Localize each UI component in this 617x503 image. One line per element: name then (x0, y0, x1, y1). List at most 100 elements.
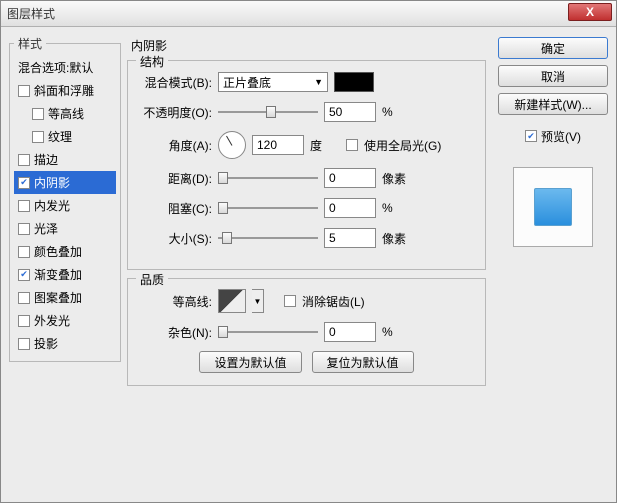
style-item[interactable]: 内阴影 (14, 171, 116, 194)
size-input[interactable]: 5 (324, 228, 376, 248)
right-panel: 确定 取消 新建样式(W)... 预览(V) (492, 35, 614, 494)
reset-default-button[interactable]: 复位为默认值 (312, 351, 414, 373)
style-item[interactable]: 纹理 (14, 125, 116, 148)
blend-mode-row: 混合模式(B): 正片叠底 ▼ (136, 71, 477, 93)
style-label: 斜面和浮雕 (34, 82, 94, 99)
style-checkbox[interactable] (18, 85, 30, 97)
style-label: 渐变叠加 (34, 266, 82, 283)
angle-unit: 度 (310, 137, 340, 154)
style-checkbox[interactable] (18, 154, 30, 166)
contour-picker[interactable] (218, 289, 246, 313)
close-button[interactable]: X (568, 3, 612, 21)
style-item[interactable]: 内发光 (14, 194, 116, 217)
style-item[interactable]: 外发光 (14, 309, 116, 332)
styles-items: 斜面和浮雕等高线纹理描边内阴影内发光光泽颜色叠加渐变叠加图案叠加外发光投影 (14, 79, 116, 355)
style-item[interactable]: 斜面和浮雕 (14, 79, 116, 102)
choke-label: 阻塞(C): (136, 200, 212, 217)
ok-button[interactable]: 确定 (498, 37, 608, 59)
style-label: 外发光 (34, 312, 70, 329)
style-checkbox[interactable] (18, 338, 30, 350)
choke-input[interactable]: 0 (324, 198, 376, 218)
noise-input[interactable]: 0 (324, 322, 376, 342)
structure-legend: 结构 (136, 53, 168, 70)
quality-legend: 品质 (136, 271, 168, 288)
quality-group: 品质 等高线: ▼ 消除锯齿(L) 杂色(N): 0 % 设置为默认值 (127, 278, 486, 386)
style-item[interactable]: 等高线 (14, 102, 116, 125)
preview-toggle-row: 预览(V) (525, 125, 581, 147)
antialias-label: 消除锯齿(L) (302, 293, 365, 310)
style-label: 图案叠加 (34, 289, 82, 306)
blend-mode-select[interactable]: 正片叠底 ▼ (218, 72, 328, 92)
style-checkbox[interactable] (18, 315, 30, 327)
size-unit: 像素 (382, 230, 412, 247)
style-checkbox[interactable] (18, 292, 30, 304)
choke-row: 阻塞(C): 0 % (136, 197, 477, 219)
cancel-button[interactable]: 取消 (498, 65, 608, 87)
style-item[interactable]: 颜色叠加 (14, 240, 116, 263)
style-checkbox[interactable] (18, 246, 30, 258)
style-label: 光泽 (34, 220, 58, 237)
styles-fieldset: 样式 混合选项:默认 斜面和浮雕等高线纹理描边内阴影内发光光泽颜色叠加渐变叠加图… (9, 35, 121, 362)
new-style-button[interactable]: 新建样式(W)... (498, 93, 608, 115)
style-item[interactable]: 渐变叠加 (14, 263, 116, 286)
size-row: 大小(S): 5 像素 (136, 227, 477, 249)
styles-list: 混合选项:默认 (14, 56, 116, 79)
preview-checkbox[interactable] (525, 130, 537, 142)
styles-panel: 样式 混合选项:默认 斜面和浮雕等高线纹理描边内阴影内发光光泽颜色叠加渐变叠加图… (9, 35, 121, 494)
effect-title: 内阴影 (127, 35, 486, 60)
style-checkbox[interactable] (18, 177, 30, 189)
opacity-label: 不透明度(O): (136, 104, 212, 121)
size-slider[interactable] (218, 230, 318, 246)
angle-row: 角度(A): 120 度 使用全局光(G) (136, 131, 477, 159)
style-checkbox[interactable] (18, 223, 30, 235)
opacity-slider[interactable] (218, 104, 318, 120)
distance-input[interactable]: 0 (324, 168, 376, 188)
effect-panel: 内阴影 结构 混合模式(B): 正片叠底 ▼ 不透明度(O): 50 % (127, 35, 486, 494)
opacity-input[interactable]: 50 (324, 102, 376, 122)
window-title: 图层样式 (7, 5, 55, 22)
style-label: 内发光 (34, 197, 70, 214)
contour-dropdown[interactable]: ▼ (252, 289, 264, 313)
noise-row: 杂色(N): 0 % (136, 321, 477, 343)
preview-swatch (534, 188, 572, 226)
style-item[interactable]: 描边 (14, 148, 116, 171)
style-checkbox[interactable] (18, 269, 30, 281)
style-checkbox[interactable] (18, 200, 30, 212)
angle-label: 角度(A): (136, 137, 212, 154)
angle-dial[interactable] (218, 131, 246, 159)
set-default-button[interactable]: 设置为默认值 (199, 351, 301, 373)
contour-row: 等高线: ▼ 消除锯齿(L) (136, 289, 477, 313)
style-checkbox[interactable] (32, 108, 44, 120)
opacity-row: 不透明度(O): 50 % (136, 101, 477, 123)
preview-label: 预览(V) (541, 128, 581, 145)
noise-label: 杂色(N): (136, 324, 212, 341)
chevron-down-icon: ▼ (314, 77, 323, 87)
style-item[interactable]: 光泽 (14, 217, 116, 240)
global-light-label: 使用全局光(G) (364, 137, 441, 154)
opacity-unit: % (382, 105, 412, 119)
default-buttons-row: 设置为默认值 复位为默认值 (136, 351, 477, 373)
choke-slider[interactable] (218, 200, 318, 216)
size-label: 大小(S): (136, 230, 212, 247)
style-label: 等高线 (48, 105, 84, 122)
dialog-body: 样式 混合选项:默认 斜面和浮雕等高线纹理描边内阴影内发光光泽颜色叠加渐变叠加图… (1, 27, 616, 502)
style-checkbox[interactable] (32, 131, 44, 143)
color-swatch[interactable] (334, 72, 374, 92)
global-light-checkbox[interactable] (346, 139, 358, 151)
structure-group: 结构 混合模式(B): 正片叠底 ▼ 不透明度(O): 50 % 角 (127, 60, 486, 270)
distance-slider[interactable] (218, 170, 318, 186)
layer-style-dialog: 图层样式 X 样式 混合选项:默认 斜面和浮雕等高线纹理描边内阴影内发光光泽颜色… (0, 0, 617, 503)
style-item[interactable]: 投影 (14, 332, 116, 355)
noise-unit: % (382, 325, 412, 339)
distance-label: 距离(D): (136, 170, 212, 187)
blend-options-item[interactable]: 混合选项:默认 (14, 56, 116, 79)
style-item[interactable]: 图案叠加 (14, 286, 116, 309)
titlebar: 图层样式 X (1, 1, 616, 27)
blend-mode-label: 混合模式(B): (136, 74, 212, 91)
style-label: 内阴影 (34, 174, 70, 191)
noise-slider[interactable] (218, 324, 318, 340)
antialias-checkbox[interactable] (284, 295, 296, 307)
angle-input[interactable]: 120 (252, 135, 304, 155)
style-label: 颜色叠加 (34, 243, 82, 260)
distance-unit: 像素 (382, 170, 412, 187)
